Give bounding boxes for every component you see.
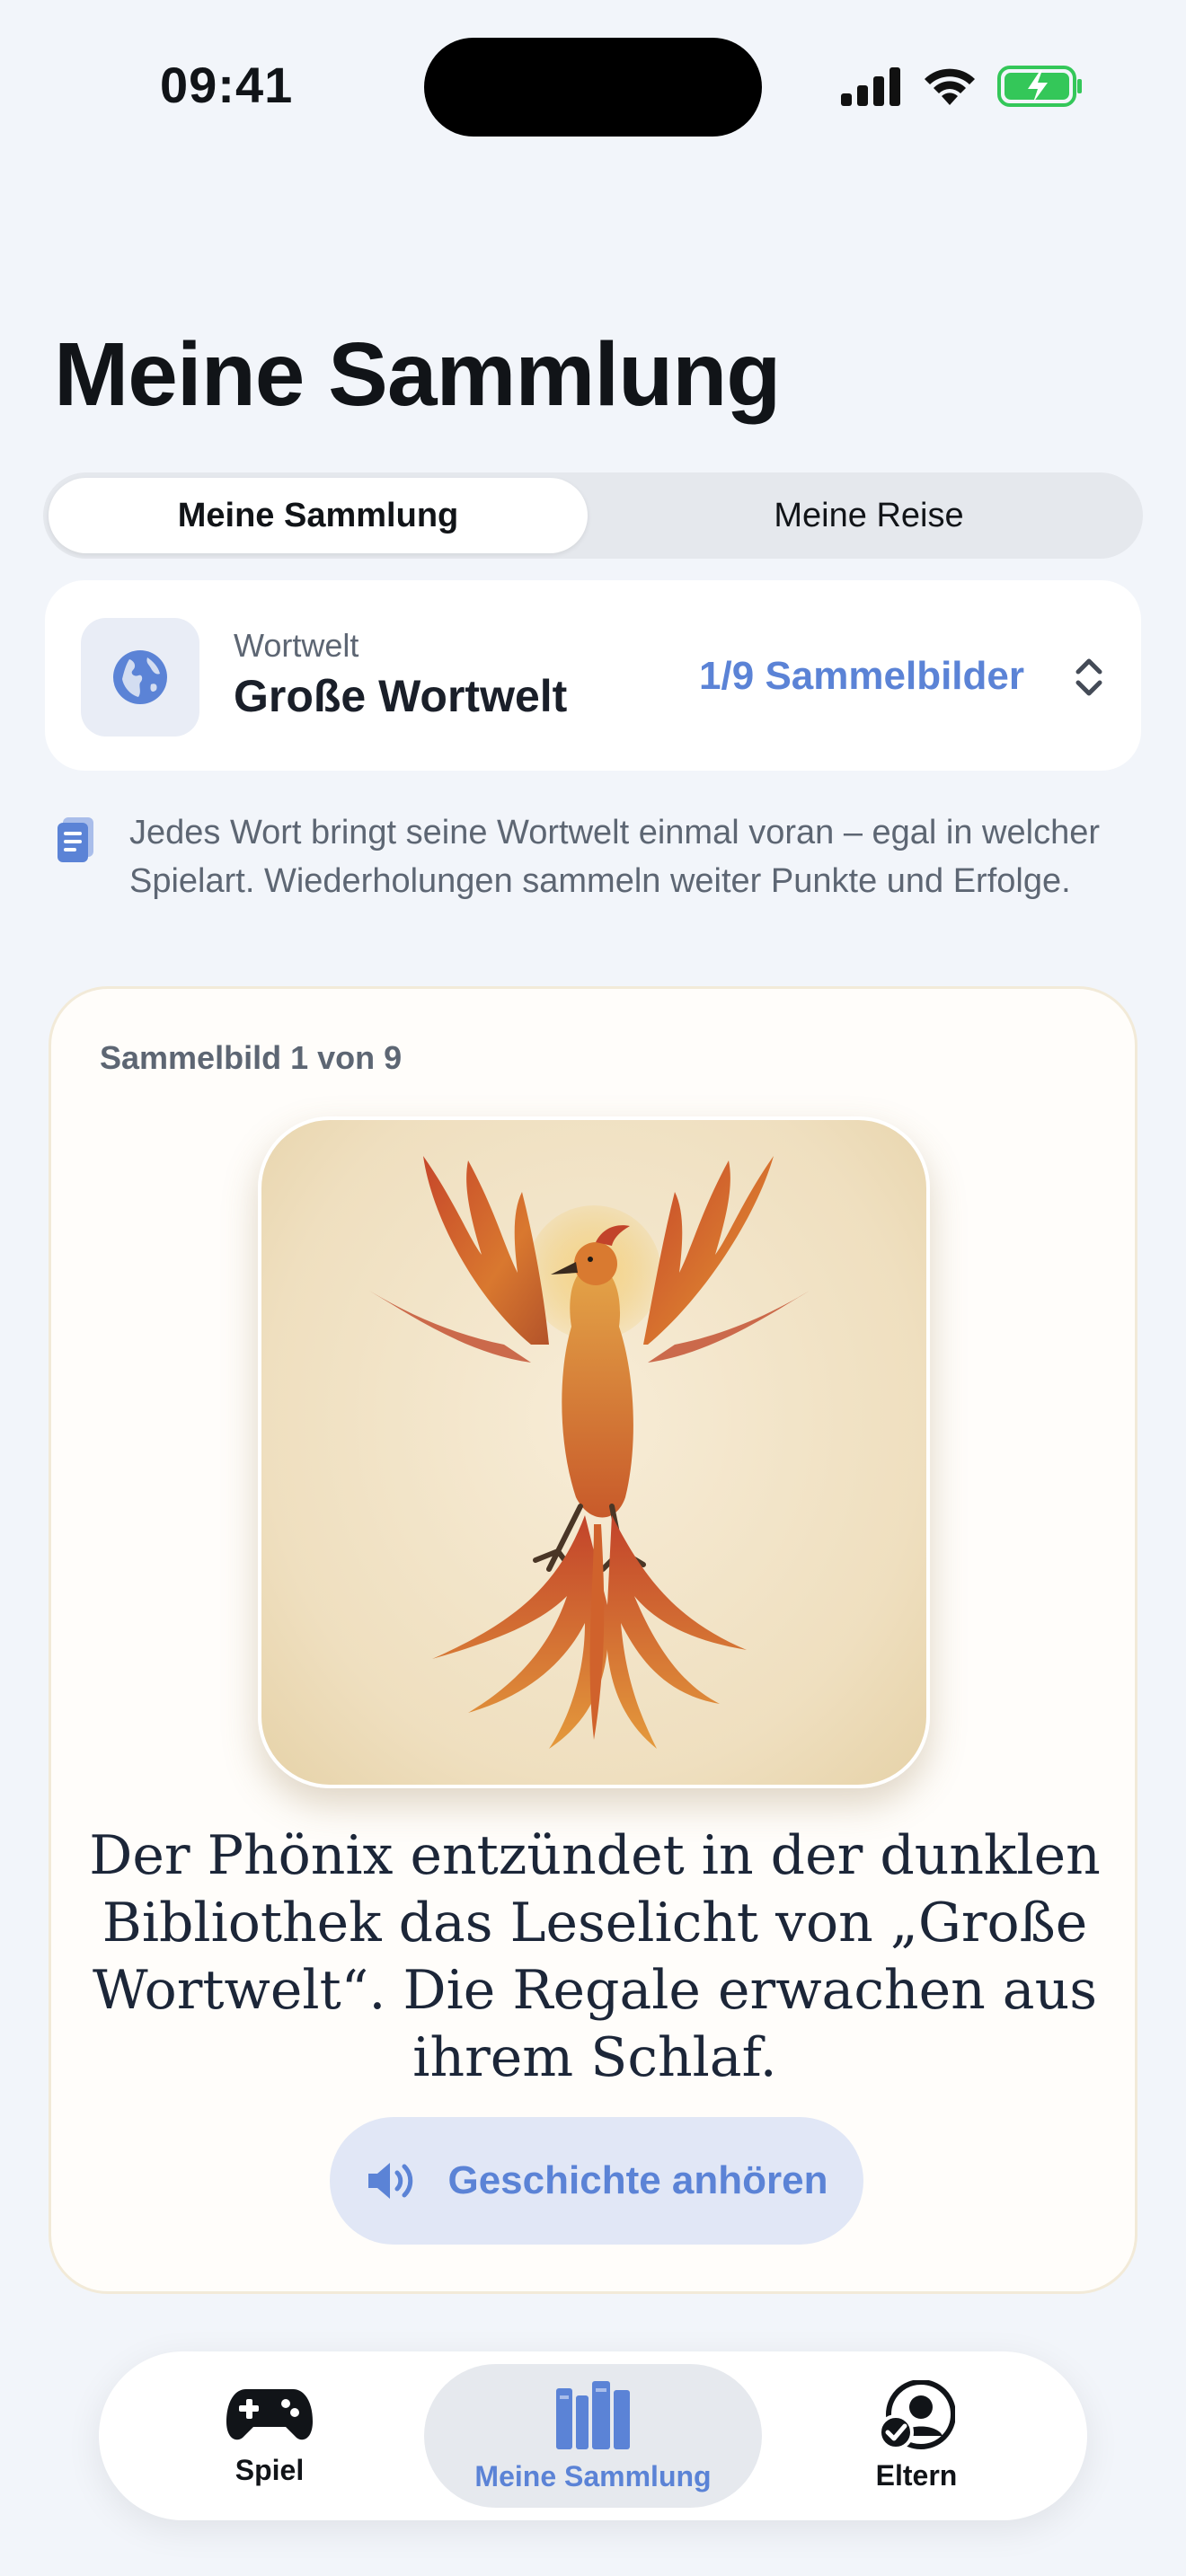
gamepad-icon bbox=[226, 2388, 313, 2439]
tab-bar: Spiel Meine Sammlung Eltern bbox=[99, 2351, 1087, 2520]
cellular-signal-icon bbox=[841, 67, 900, 106]
info-text: Jedes Wort bringt seine Wortwelt einmal … bbox=[129, 814, 1100, 900]
chevron-up-down-icon bbox=[1075, 658, 1102, 696]
world-kicker: Wortwelt bbox=[234, 627, 359, 664]
parent-check-icon bbox=[878, 2379, 955, 2450]
tab-my-collection-label: Meine Sammlung bbox=[474, 2459, 712, 2492]
dynamic-island bbox=[424, 38, 762, 137]
segment-my-journey[interactable]: Meine Reise bbox=[600, 478, 1137, 553]
status-icons bbox=[839, 63, 1084, 110]
listen-story-label: Geschichte anhören bbox=[447, 2158, 828, 2202]
status-time: 09:41 bbox=[160, 57, 294, 113]
wifi-icon bbox=[925, 68, 975, 105]
books-icon bbox=[556, 2380, 630, 2449]
speaker-icon bbox=[368, 2163, 413, 2199]
listen-story-button[interactable]: Geschichte anhören bbox=[330, 2117, 863, 2245]
collectible-count: 1/9 Sammelbilder bbox=[699, 654, 1024, 698]
status-bar: 09:41 bbox=[0, 0, 1186, 171]
tab-game-label: Spiel bbox=[235, 2453, 305, 2486]
phoenix-illustration bbox=[258, 1116, 930, 1788]
collectible-kicker: Sammelbild 1 von 9 bbox=[100, 1039, 403, 1076]
document-icon bbox=[58, 817, 93, 862]
world-name: Große Wortwelt bbox=[234, 671, 568, 721]
globe-icon bbox=[113, 650, 167, 704]
battery-charging-icon bbox=[997, 66, 1082, 107]
collectible-story: Der Phönix entzündet in der dunklen Bibl… bbox=[89, 1824, 1101, 2089]
tab-parents-label: Eltern bbox=[875, 2458, 958, 2492]
tab-game[interactable]: Spiel bbox=[180, 2351, 359, 2520]
tab-my-collection[interactable]: Meine Sammlung bbox=[424, 2364, 762, 2508]
collectible-card: Sammelbild 1 von 9 Der Phönix entzündet … bbox=[49, 986, 1137, 2294]
word-world-selector[interactable]: Wortwelt Große Wortwelt 1/9 Sammelbilder bbox=[45, 580, 1141, 771]
page-title: Meine Sammlung bbox=[54, 324, 781, 425]
world-icon-box bbox=[81, 618, 199, 737]
collection-journey-segmented-control: Meine Sammlung Meine Reise bbox=[43, 472, 1143, 559]
tab-parents[interactable]: Eltern bbox=[827, 2351, 1006, 2520]
segment-my-collection[interactable]: Meine Sammlung bbox=[49, 478, 588, 553]
